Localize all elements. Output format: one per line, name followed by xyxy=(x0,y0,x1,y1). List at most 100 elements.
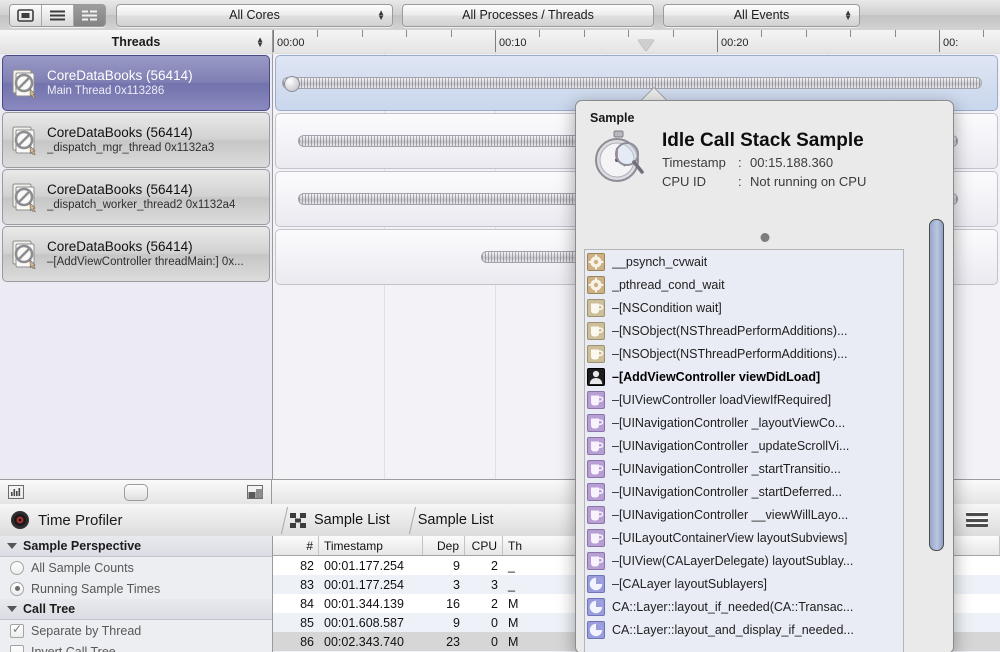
popover-title: Idle Call Stack Sample xyxy=(662,130,864,151)
detail-options-menu-button[interactable] xyxy=(966,512,988,527)
option-item[interactable]: Running Sample Times xyxy=(0,578,272,599)
call-stack-frame[interactable]: –[UINavigationController __viewWillLayo.… xyxy=(585,503,903,526)
options-group-label: Call Tree xyxy=(23,602,76,616)
time-ruler[interactable]: 00:00 00:10 00:20 00: xyxy=(273,30,1000,53)
ruler-major-tick xyxy=(273,30,274,52)
detail-view-button[interactable] xyxy=(74,4,105,26)
call-stack-frame[interactable]: –[UINavigationController _layoutViewCo..… xyxy=(585,411,903,434)
call-stack-frame[interactable]: –[UILayoutContainerView layoutSubviews] xyxy=(585,526,903,549)
call-stack-frame[interactable]: –[UIView(CALayerDelegate) layoutSublay..… xyxy=(585,549,903,572)
events-filter-dropdown[interactable]: All Events ▲ ▼ xyxy=(663,3,860,27)
burger-line xyxy=(966,523,988,527)
mug-icon xyxy=(587,528,605,547)
frame-symbol-name: CA::Layer::layout_and_display_if_needed.… xyxy=(612,622,854,637)
thread-row[interactable]: CoreDataBooks (56414) –[AddViewController… xyxy=(2,226,270,282)
ruler-label: 00:10 xyxy=(499,37,527,49)
table-cell: 00:01.177.254 xyxy=(324,577,404,592)
breadcrumb-item-0[interactable]: Sample List xyxy=(286,505,400,536)
thread-process-name: CoreDataBooks (56414) xyxy=(47,238,193,254)
processes-filter-dropdown[interactable]: All Processes / Threads xyxy=(402,3,654,27)
call-stack-frame[interactable]: –[NSObject(NSThreadPerformAdditions)... xyxy=(585,319,903,342)
ruler-minor-tick xyxy=(894,30,896,37)
frame-symbol-name: –[NSObject(NSThreadPerformAdditions)... xyxy=(612,346,848,361)
chart-icon[interactable] xyxy=(8,485,24,499)
panel-layout-icon[interactable] xyxy=(247,485,263,499)
call-stack-frame[interactable]: –[CALayer layoutSublayers] xyxy=(585,572,903,595)
call-stack-frame[interactable]: –[UINavigationController _startTransitio… xyxy=(585,457,903,480)
options-group-header[interactable]: Sample Perspective xyxy=(0,536,272,557)
options-group-label: Sample Perspective xyxy=(23,539,142,553)
frame-symbol-name: –[UIView(CALayerDelegate) layoutSublay..… xyxy=(612,553,854,568)
playhead-marker[interactable] xyxy=(638,40,654,51)
ruler-minor-tick xyxy=(539,30,541,37)
thread-list[interactable]: CoreDataBooks (56414) Main Thread 0x11328… xyxy=(0,54,273,479)
call-stack-list[interactable]: __psynch_cvwait _pthread_cond_wait –[NSCon… xyxy=(584,249,904,652)
column-header[interactable]: Dep xyxy=(423,536,465,555)
disclosure-triangle-icon xyxy=(7,606,17,612)
call-stack-frame[interactable]: CA::Layer::layout_and_display_if_needed.… xyxy=(585,618,903,641)
call-stack-frame[interactable]: –[NSCondition wait] xyxy=(585,296,903,319)
popover-pagination-dot[interactable] xyxy=(760,233,769,242)
table-cell: 00:01.177.254 xyxy=(324,558,404,573)
breadcrumb-chevron-icon xyxy=(400,505,414,536)
frame-symbol-name: –[NSCondition wait] xyxy=(612,300,722,315)
thread-row[interactable]: CoreDataBooks (56414) _dispatch_mgr_threa… xyxy=(2,112,270,168)
sample-detail-popover[interactable]: Sample Idle Call Stack Sample Timestamp … xyxy=(575,100,954,652)
processes-filter-label: All Processes / Threads xyxy=(462,8,594,22)
sample-marker-badge[interactable] xyxy=(284,76,300,92)
call-stack-frame[interactable]: –[NSObject(NSThreadPerformAdditions)... xyxy=(585,342,903,365)
checkbox[interactable] xyxy=(10,622,24,638)
popover-scrollbar[interactable] xyxy=(929,219,944,551)
option-label: Invert Call Tree xyxy=(31,644,116,652)
events-filter-label: All Events xyxy=(733,8,790,22)
call-stack-frame[interactable]: –[UIViewController loadViewIfRequired] xyxy=(585,388,903,411)
zoom-slider-knob[interactable] xyxy=(123,483,148,501)
table-cell: 82 xyxy=(300,558,314,573)
column-header[interactable]: CPU xyxy=(465,536,503,555)
ruler-minor-tick xyxy=(406,30,408,37)
option-item[interactable]: Invert Call Tree xyxy=(0,641,272,652)
call-stack-frame[interactable]: CA::Layer::layout_if_needed(CA::Transac.… xyxy=(585,595,903,618)
cpu-value: Not running on CPU xyxy=(750,174,867,189)
sample-bar[interactable] xyxy=(282,77,982,89)
detail-options-sidebar[interactable]: Sample Perspective All Sample Counts Runni… xyxy=(0,536,273,652)
ruler-minor-tick xyxy=(983,30,985,37)
table-cell: 9 xyxy=(453,615,460,630)
table-cell: 3 xyxy=(453,577,460,592)
table-cell: 83 xyxy=(300,577,314,592)
mug-icon xyxy=(587,344,605,363)
radio-button[interactable] xyxy=(10,581,24,596)
option-item[interactable]: Separate by Thread xyxy=(0,620,272,641)
column-header[interactable]: # xyxy=(273,536,319,555)
instrument-crumb[interactable]: Time Profiler xyxy=(0,505,272,536)
checkbox[interactable] xyxy=(10,644,24,652)
thread-icon xyxy=(3,182,47,212)
option-item[interactable]: All Sample Counts xyxy=(0,557,272,578)
cores-filter-dropdown[interactable]: All Cores ▲ ▼ xyxy=(116,3,393,27)
threads-column-header[interactable]: Threads ▲ ▼ xyxy=(0,30,273,53)
frame-symbol-name: _pthread_cond_wait xyxy=(612,277,725,292)
thread-icon xyxy=(3,68,47,98)
table-cell: 16 xyxy=(446,596,460,611)
thread-process-name: CoreDataBooks (56414) xyxy=(47,67,193,83)
view-mode-segmented-control[interactable] xyxy=(9,3,106,27)
instrument-name: Time Profiler xyxy=(38,511,123,529)
radio-button[interactable] xyxy=(10,560,24,575)
mug-icon xyxy=(587,298,605,317)
timeline-footer-left xyxy=(0,480,272,504)
options-group-header[interactable]: Call Tree xyxy=(0,599,272,620)
breadcrumb-item-1[interactable]: Sample List xyxy=(414,505,504,536)
list-view-button[interactable] xyxy=(42,4,74,26)
call-stack-frame[interactable]: _pthread_cond_wait xyxy=(585,273,903,296)
thread-meta: CoreDataBooks (56414) _dispatch_worker_th… xyxy=(47,182,269,213)
column-header[interactable]: Timestamp xyxy=(319,536,423,555)
thread-row[interactable]: CoreDataBooks (56414) _dispatch_worker_th… xyxy=(2,169,270,225)
frame-symbol-name: –[UINavigationController _startTransitio… xyxy=(612,461,841,476)
thread-row[interactable]: CoreDataBooks (56414) Main Thread 0x11328… xyxy=(2,55,270,111)
call-stack-frame[interactable]: –[AddViewController viewDidLoad] xyxy=(585,365,903,388)
call-stack-frame[interactable]: –[UINavigationController _startDeferred.… xyxy=(585,480,903,503)
single-view-button[interactable] xyxy=(10,4,42,26)
table-cell: 0 xyxy=(491,615,498,630)
call-stack-frame[interactable]: –[UINavigationController _updateScrollVi… xyxy=(585,434,903,457)
call-stack-frame[interactable]: __psynch_cvwait xyxy=(585,250,903,273)
